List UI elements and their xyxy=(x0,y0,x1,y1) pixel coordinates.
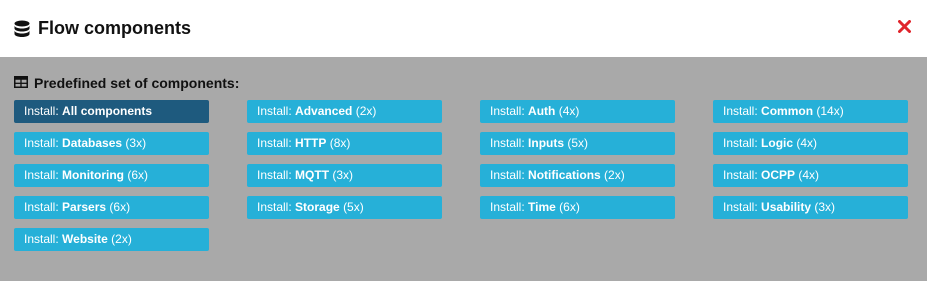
component-count: (3x) xyxy=(332,168,354,182)
install-time-button[interactable]: Install: Time (6x) xyxy=(480,196,675,219)
install-prefix: Install: xyxy=(490,168,525,182)
modal-body: Predefined set of components: Install: A… xyxy=(0,57,927,251)
modal-header: Flow components xyxy=(0,0,927,57)
component-name: Databases xyxy=(62,136,123,150)
component-count: (2x) xyxy=(604,168,625,182)
component-name: HTTP xyxy=(295,136,327,150)
component-count: (3x) xyxy=(814,200,836,214)
install-prefix: Install: xyxy=(257,200,292,214)
component-count: (4x) xyxy=(798,168,820,182)
component-name: Monitoring xyxy=(62,168,125,182)
install-logic-button[interactable]: Install: Logic (4x) xyxy=(713,132,908,155)
install-prefix: Install: xyxy=(24,136,59,150)
component-count: (4x) xyxy=(796,136,818,150)
section-heading: Predefined set of components: xyxy=(14,75,913,91)
modal-title: Flow components xyxy=(38,18,191,38)
install-prefix: Install: xyxy=(24,200,59,214)
component-name: All components xyxy=(62,104,153,118)
install-prefix: Install: xyxy=(257,168,292,182)
install-ocpp-button[interactable]: Install: OCPP (4x) xyxy=(713,164,908,187)
install-common-button[interactable]: Install: Common (14x) xyxy=(713,100,908,123)
component-name: Website xyxy=(62,232,108,246)
install-monitoring-button[interactable]: Install: Monitoring (6x) xyxy=(14,164,209,187)
install-prefix: Install: xyxy=(257,104,292,118)
component-count: (2x) xyxy=(355,104,377,118)
component-name: Auth xyxy=(528,104,556,118)
install-usability-button[interactable]: Install: Usability (3x) xyxy=(713,196,908,219)
install-prefix: Install: xyxy=(490,104,525,118)
component-name: Parsers xyxy=(62,200,107,214)
install-prefix: Install: xyxy=(723,168,758,182)
component-name: Advanced xyxy=(295,104,353,118)
component-count: (5x) xyxy=(343,200,364,214)
close-button[interactable] xyxy=(895,19,913,38)
install-databases-button[interactable]: Install: Databases (3x) xyxy=(14,132,209,155)
install-prefix: Install: xyxy=(24,232,59,246)
component-name: Usability xyxy=(761,200,812,214)
install-all-components-button[interactable]: Install: All components xyxy=(14,100,209,123)
component-name: Common xyxy=(761,104,814,118)
install-parsers-button[interactable]: Install: Parsers (6x) xyxy=(14,196,209,219)
component-count: (5x) xyxy=(567,136,589,150)
install-advanced-button[interactable]: Install: Advanced (2x) xyxy=(247,100,442,123)
install-inputs-button[interactable]: Install: Inputs (5x) xyxy=(480,132,675,155)
install-auth-button[interactable]: Install: Auth (4x) xyxy=(480,100,675,123)
install-prefix: Install: xyxy=(257,136,292,150)
component-count: (4x) xyxy=(558,104,580,118)
database-icon xyxy=(14,20,30,38)
component-name: Logic xyxy=(761,136,794,150)
title-wrap: Flow components xyxy=(14,18,191,39)
component-name: Notifications xyxy=(528,168,601,182)
install-storage-button[interactable]: Install: Storage (5x) xyxy=(247,196,442,219)
install-http-button[interactable]: Install: HTTP (8x) xyxy=(247,132,442,155)
close-icon[interactable] xyxy=(897,19,911,38)
install-prefix: Install: xyxy=(490,136,525,150)
install-notifications-button[interactable]: Install: Notifications (2x) xyxy=(480,164,675,187)
component-name: MQTT xyxy=(295,168,330,182)
install-prefix: Install: xyxy=(723,104,758,118)
component-name: Storage xyxy=(295,200,340,214)
install-mqtt-button[interactable]: Install: MQTT (3x) xyxy=(247,164,442,187)
install-prefix: Install: xyxy=(24,168,59,182)
component-name: Inputs xyxy=(528,136,565,150)
install-prefix: Install: xyxy=(490,200,525,214)
component-name: OCPP xyxy=(761,168,796,182)
component-count: (3x) xyxy=(125,136,147,150)
install-prefix: Install: xyxy=(723,200,758,214)
install-website-button[interactable]: Install: Website (2x) xyxy=(14,228,209,251)
install-prefix: Install: xyxy=(723,136,758,150)
component-count: (6x) xyxy=(127,168,149,182)
component-count: (8x) xyxy=(329,136,351,150)
component-name: Time xyxy=(528,200,556,214)
component-count: (14x) xyxy=(816,104,844,118)
components-grid: Install: All components Install: Advance… xyxy=(14,100,913,251)
component-count: (6x) xyxy=(559,200,580,214)
component-count: (2x) xyxy=(111,232,132,246)
section-title: Predefined set of components: xyxy=(34,75,240,91)
install-prefix: Install: xyxy=(24,104,59,118)
table-icon xyxy=(14,75,28,91)
component-count: (6x) xyxy=(109,200,131,214)
